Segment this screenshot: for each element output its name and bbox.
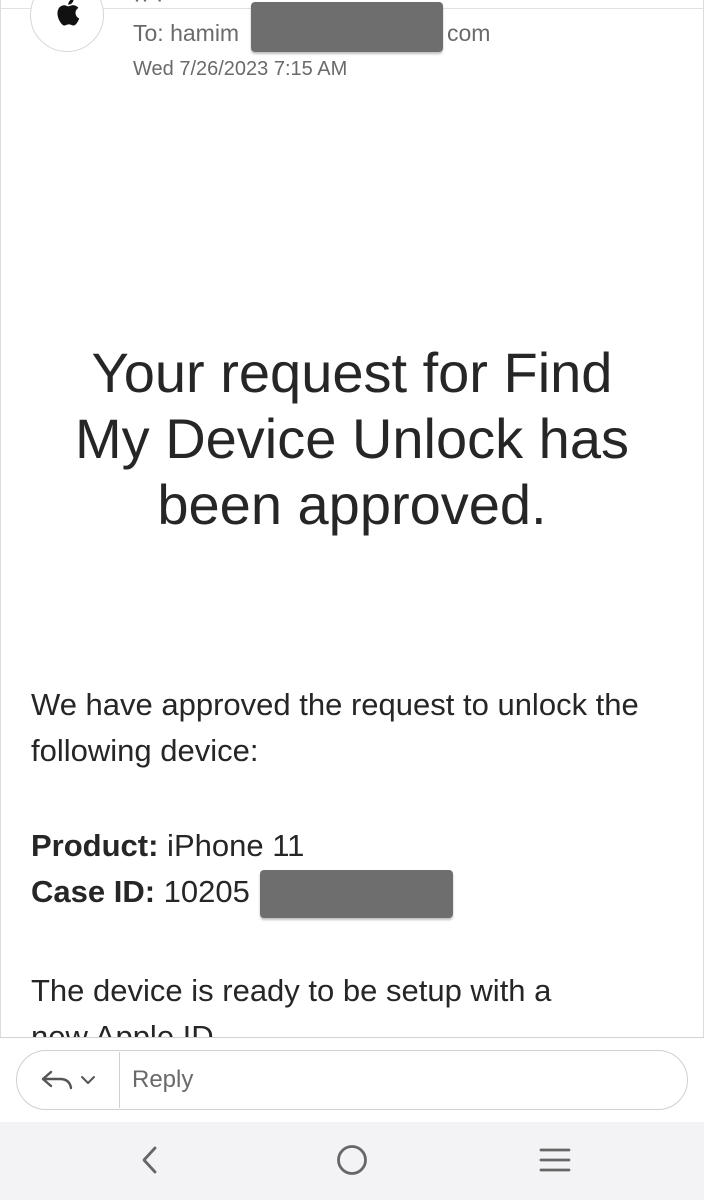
case-id-value: 10205	[155, 874, 250, 909]
email-view: ·· · To: hamim com Wed 7/26/2023 7:15 AM…	[0, 0, 704, 1200]
redaction-block-case-id	[260, 870, 453, 918]
reply-bar: Reply	[16, 1050, 688, 1110]
home-circle-icon	[337, 1145, 367, 1175]
apple-logo-icon	[57, 0, 80, 26]
case-id-field: Case ID: 10205	[31, 874, 250, 910]
menu-lines-icon	[539, 1148, 571, 1172]
reply-bar-separator	[119, 1052, 120, 1108]
setup-paragraph: The device is ready to be setup with a	[31, 973, 552, 1008]
email-headline: Your request for Find My Device Unlock h…	[75, 341, 629, 536]
chevron-down-icon	[81, 1076, 95, 1084]
intro-paragraph: We have approved the request to unlock t…	[31, 687, 639, 768]
product-field: Product: iPhone 11	[31, 828, 304, 864]
case-id-label: Case ID:	[31, 874, 156, 909]
email-date: Wed 7/26/2023 7:15 AM	[133, 58, 348, 80]
product-label: Product:	[31, 828, 159, 863]
sender-avatar[interactable]	[30, 0, 104, 52]
back-chevron-icon	[142, 1146, 157, 1174]
reply-input[interactable]: Reply	[132, 1066, 193, 1094]
nav-recents-button[interactable]	[535, 1140, 575, 1180]
recipient-domain-suffix: com	[447, 20, 491, 46]
nav-home-button[interactable]	[332, 1140, 372, 1180]
sender-name-partial: ·· ·	[133, 0, 164, 14]
nav-back-button[interactable]	[130, 1140, 170, 1180]
recipient-line: To: hamim	[133, 20, 240, 46]
redaction-block-email	[251, 2, 443, 52]
reply-options-button[interactable]	[17, 1051, 119, 1109]
product-value: iPhone 11	[158, 828, 305, 863]
reply-bar-divider	[0, 1037, 704, 1038]
system-navigation-bar	[0, 1122, 704, 1200]
frame-border-left	[0, 0, 1, 1120]
reply-arrow-icon	[41, 1070, 73, 1090]
